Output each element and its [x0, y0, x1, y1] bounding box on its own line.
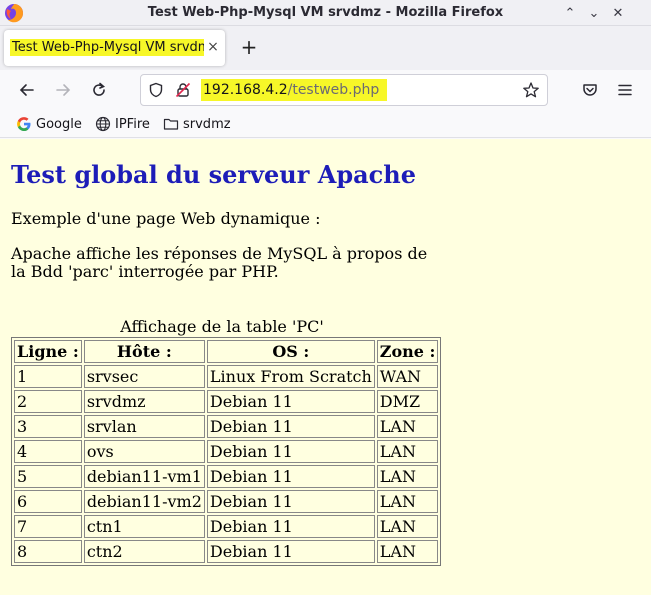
cell-zone: LAN — [376, 440, 439, 463]
window-title: Test Web-Php-Mysql VM srvdmz - Mozilla F… — [147, 5, 504, 20]
table-row: 6 debian11-vm2 Debian 11 LAN — [14, 490, 439, 513]
pocket-button[interactable] — [578, 78, 602, 102]
cell-hote: debian11-vm1 — [83, 465, 205, 488]
pocket-icon — [583, 84, 597, 96]
cell-hote: debian11-vm2 — [83, 490, 205, 513]
table-header-row: Ligne : Hôte : OS : Zone : — [14, 340, 439, 363]
cell-ligne: 3 — [14, 415, 82, 438]
insecure-lock-icon[interactable] — [175, 82, 191, 98]
cell-ligne: 5 — [14, 465, 82, 488]
cell-zone: LAN — [376, 515, 439, 538]
address-bar[interactable]: 192.168.4.2/testweb.php — [140, 74, 548, 106]
cell-ligne: 8 — [14, 540, 82, 563]
google-icon — [17, 117, 31, 131]
cell-hote: ctn1 — [83, 515, 205, 538]
back-button[interactable] — [15, 78, 39, 102]
cell-zone: WAN — [376, 365, 439, 388]
hamburger-menu-icon — [618, 84, 632, 96]
cell-ligne: 6 — [14, 490, 82, 513]
forward-arrow-icon — [56, 84, 71, 96]
table-row: 5 debian11-vm1 Debian 11 LAN — [14, 465, 439, 488]
cell-zone: LAN — [376, 415, 439, 438]
table-row: 7 ctn1 Debian 11 LAN — [14, 515, 439, 538]
cell-hote: srvlan — [83, 415, 205, 438]
page-title: Test global du serveur Apache — [11, 160, 416, 189]
tracking-shield-icon[interactable] — [148, 82, 164, 98]
cell-zone: LAN — [376, 465, 439, 488]
minimize-button[interactable]: ⌃ — [561, 4, 579, 22]
tab-label: Test Web-Php-Mysql VM srvdmz — [10, 38, 204, 58]
cell-hote: srvdmz — [83, 390, 205, 413]
tab-strip: Test Web-Php-Mysql VM srvdmz × + — [0, 26, 651, 70]
table-caption: Affichage de la table 'PC' — [120, 317, 324, 336]
cell-os: Linux From Scratch — [206, 365, 375, 388]
bookmarks-toolbar: Google IPFire srvdmz — [0, 110, 651, 138]
cell-ligne: 4 — [14, 440, 82, 463]
header-hote: Hôte : — [83, 340, 205, 363]
folder-icon — [163, 118, 179, 130]
cell-ligne: 7 — [14, 515, 82, 538]
cell-os: Debian 11 — [206, 540, 375, 563]
url-text[interactable]: 192.168.4.2/testweb.php — [201, 79, 387, 101]
maximize-button[interactable]: ⌄ — [585, 4, 603, 22]
cell-zone: LAN — [376, 540, 439, 563]
bookmark-folder-srvdmz[interactable]: srvdmz — [163, 115, 231, 133]
cell-hote: ctn2 — [83, 540, 205, 563]
header-os: OS : — [206, 340, 375, 363]
cell-os: Debian 11 — [206, 390, 375, 413]
description-text: Apache affiche les réponses de MySQL à p… — [11, 244, 428, 281]
bookmark-star-icon[interactable] — [522, 81, 540, 99]
bookmark-ipfire[interactable]: IPFire — [95, 115, 150, 133]
reload-button[interactable] — [87, 78, 111, 102]
table-row: 3 srvlan Debian 11 LAN — [14, 415, 439, 438]
bookmark-label: IPFire — [115, 116, 150, 132]
cell-os: Debian 11 — [206, 465, 375, 488]
back-arrow-icon — [19, 84, 34, 96]
cell-ligne: 1 — [14, 365, 82, 388]
cell-zone: LAN — [376, 490, 439, 513]
window-titlebar: Test Web-Php-Mysql VM srvdmz - Mozilla F… — [0, 0, 651, 26]
cell-os: Debian 11 — [206, 490, 375, 513]
cell-zone: DMZ — [376, 390, 439, 413]
new-tab-button[interactable]: + — [238, 36, 260, 58]
header-zone: Zone : — [376, 340, 439, 363]
bookmark-google[interactable]: Google — [16, 115, 82, 133]
intro-text: Exemple d'une page Web dynamique : — [11, 209, 321, 228]
table-row: 8 ctn2 Debian 11 LAN — [14, 540, 439, 563]
cell-os: Debian 11 — [206, 515, 375, 538]
cell-ligne: 2 — [14, 390, 82, 413]
bookmark-label: srvdmz — [183, 116, 231, 132]
cell-os: Debian 11 — [206, 440, 375, 463]
forward-button[interactable] — [51, 78, 75, 102]
table-row: 1 srvsec Linux From Scratch WAN — [14, 365, 439, 388]
table-row: 4 ovs Debian 11 LAN — [14, 440, 439, 463]
table-row: 2 srvdmz Debian 11 DMZ — [14, 390, 439, 413]
cell-hote: srvsec — [83, 365, 205, 388]
tab-close-button[interactable]: × — [205, 39, 221, 57]
pc-table: Ligne : Hôte : OS : Zone : 1 srvsec Linu… — [11, 337, 442, 566]
tab-testweb[interactable]: Test Web-Php-Mysql VM srvdmz × — [4, 30, 225, 66]
app-menu-button[interactable] — [613, 78, 637, 102]
header-ligne: Ligne : — [14, 340, 82, 363]
globe-icon — [95, 116, 111, 132]
reload-icon — [93, 82, 105, 96]
cell-os: Debian 11 — [206, 415, 375, 438]
bookmark-label: Google — [36, 116, 82, 132]
navigation-bar: 192.168.4.2/testweb.php — [0, 70, 651, 110]
page-content: Test global du serveur Apache Exemple d'… — [0, 139, 651, 595]
close-window-button[interactable]: ✕ — [609, 4, 627, 22]
cell-hote: ovs — [83, 440, 205, 463]
